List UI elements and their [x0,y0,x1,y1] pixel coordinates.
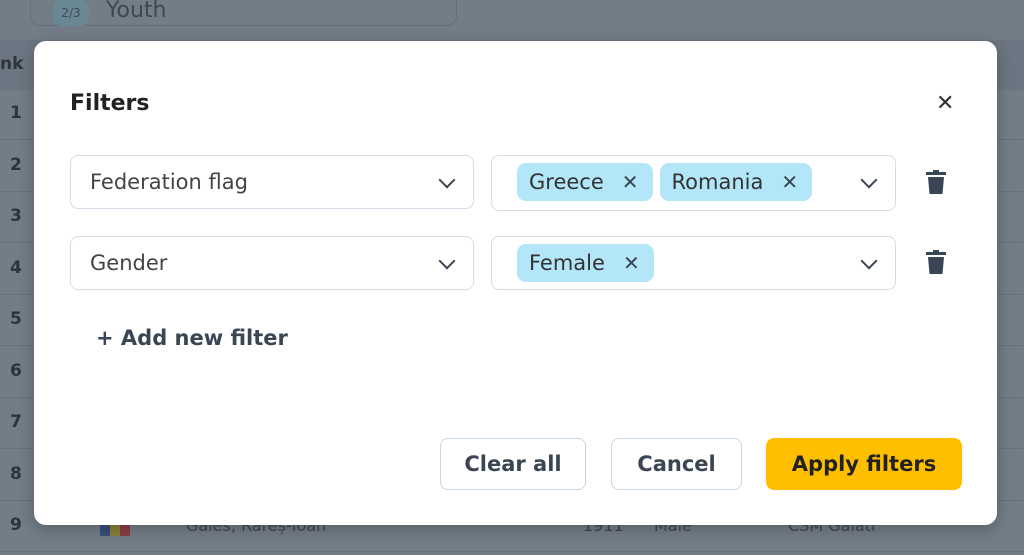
rank: 3 [10,206,22,226]
apply-filters-button[interactable]: Apply filters [766,438,962,490]
trash-icon[interactable] [926,250,946,274]
rank: 5 [10,309,22,329]
rank-header: nk [0,54,24,74]
filter-values-select-1[interactable]: Greece ✕ Romania ✕ [491,155,896,211]
cancel-button[interactable]: Cancel [611,438,742,490]
filters-dialog: Filters ✕ Federation flag Greece ✕ Romani… [34,41,997,525]
chevron-down-icon [438,171,456,189]
trash-icon[interactable] [926,170,946,194]
group-badge: 2/3 [53,0,89,26]
chevron-down-icon [438,252,456,270]
dialog-title: Filters [70,91,150,116]
field-value: Federation flag [90,170,248,194]
close-icon[interactable]: ✕ [936,91,954,116]
rank: 8 [10,463,22,484]
rank: 7 [10,412,22,432]
rank: 9 [10,515,22,535]
remove-tag-icon[interactable]: ✕ [781,170,798,194]
rank: 1 [10,103,22,123]
filter-values-select-2[interactable]: Female ✕ [491,236,896,290]
value-tag: Female ✕ [517,244,654,282]
chevron-down-icon [860,252,878,270]
rank: 2 [10,154,22,175]
filter-field-select-1[interactable]: Federation flag [70,155,474,209]
group-select-value: Youth [106,0,167,23]
remove-tag-icon[interactable]: ✕ [622,170,639,194]
field-value: Gender [90,251,168,275]
value-tag: Greece ✕ [517,163,653,201]
remove-tag-icon[interactable]: ✕ [623,251,640,275]
rank: 4 [10,257,22,278]
rank: 6 [10,360,22,381]
clear-all-button[interactable]: Clear all [440,438,586,490]
group-select[interactable]: 2/3 Youth [30,0,457,26]
chevron-down-icon [860,171,878,189]
add-new-filter-button[interactable]: + Add new filter [96,326,288,350]
value-tag: Romania ✕ [659,163,813,201]
filter-field-select-2[interactable]: Gender [70,236,474,290]
